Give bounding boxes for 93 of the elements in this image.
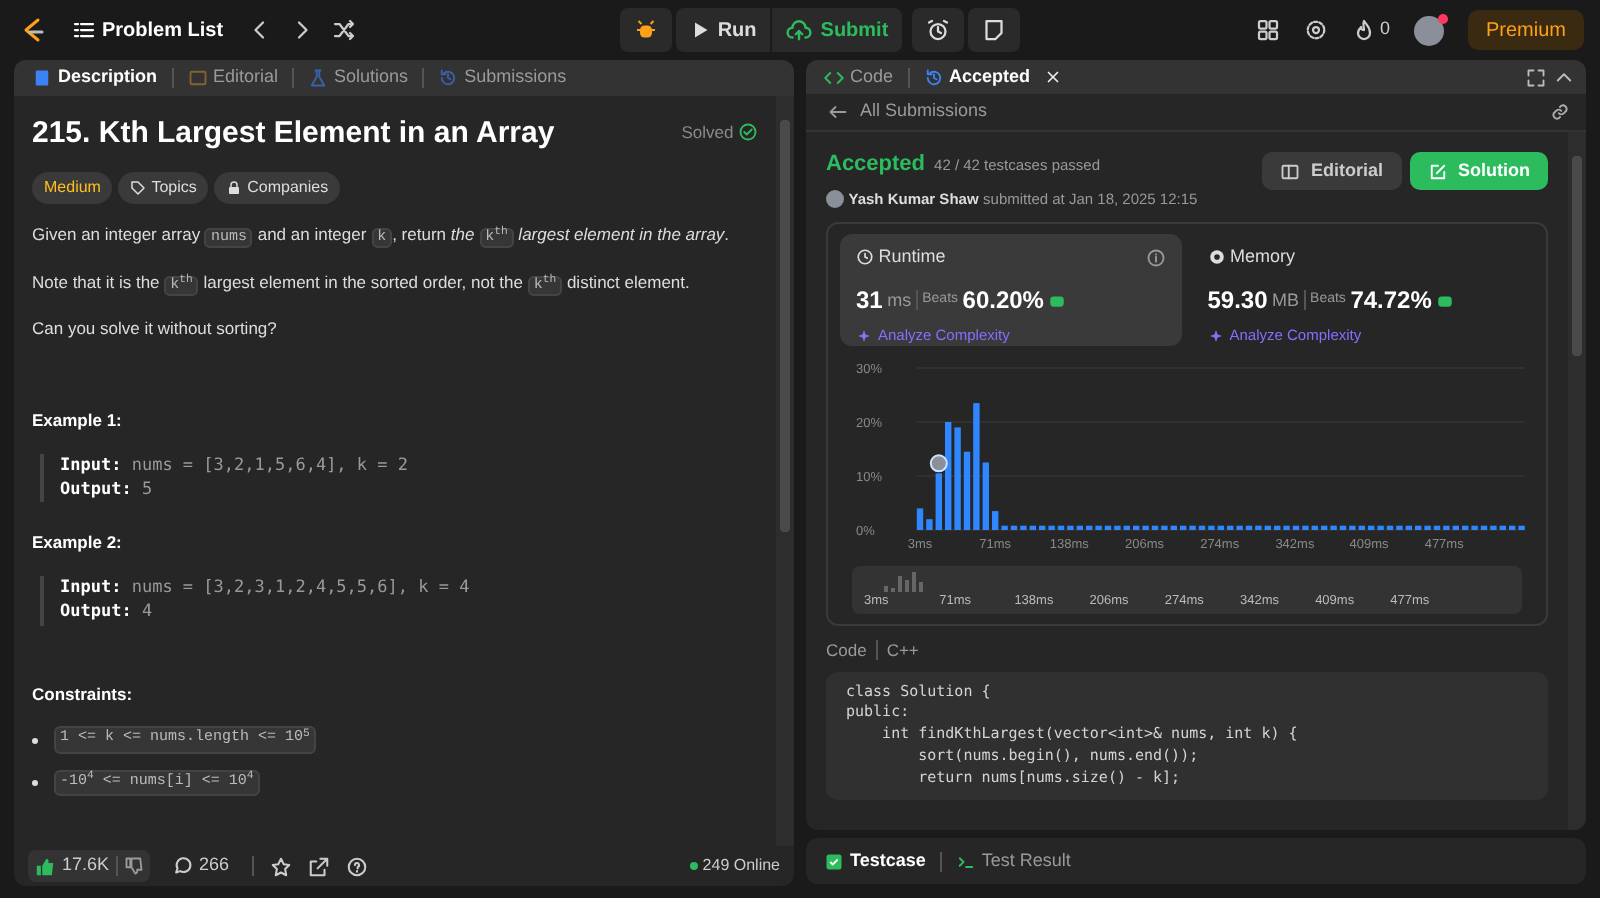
bullet-icon	[32, 737, 38, 744]
example-output-text: Output: 4	[60, 600, 155, 626]
note-icon	[981, 18, 1006, 42]
alarm-clock-icon	[925, 18, 950, 42]
close-icon[interactable]	[1044, 68, 1063, 86]
tab[interactable]: Submissions	[432, 64, 573, 92]
comments-button[interactable]: 266	[165, 852, 236, 880]
alarm-button[interactable]	[911, 8, 964, 52]
tag-button[interactable]: Topics	[117, 172, 209, 204]
thumbs-up-icon	[34, 855, 56, 877]
problem-list-button[interactable]: Problem List	[66, 15, 230, 45]
metric-value: 31	[856, 284, 883, 319]
tab[interactable]: Code	[818, 63, 900, 91]
layout-grid-icon[interactable]	[1255, 18, 1280, 42]
chevron-up-icon[interactable]	[1554, 67, 1574, 87]
flame-icon	[1351, 18, 1376, 42]
metric-unit: MB	[1272, 287, 1300, 313]
beats-percentage: 74.72%	[1350, 284, 1432, 319]
shuffle-icon[interactable]	[331, 18, 356, 42]
problem-title: 215. Kth Largest Element in an Array	[32, 116, 555, 152]
checkbox-icon	[824, 851, 844, 871]
link-icon[interactable]	[1550, 102, 1570, 122]
tab[interactable]: Test Result	[949, 847, 1077, 875]
book-icon	[187, 68, 208, 88]
share-icon[interactable]	[307, 855, 330, 877]
bullet-icon	[32, 779, 38, 786]
star-icon[interactable]	[269, 855, 292, 877]
tag-button[interactable]: Companies	[213, 172, 341, 204]
tab[interactable]: Accepted	[917, 63, 1037, 91]
beats-percentage: 60.20%	[962, 284, 1044, 319]
tab[interactable]: Solutions	[302, 64, 415, 92]
tag-icon	[129, 180, 146, 196]
sparkle-icon	[1207, 327, 1224, 344]
badge-icon	[1048, 291, 1067, 310]
user-avatar	[826, 189, 844, 208]
premium-button[interactable]: Premium	[1467, 10, 1584, 50]
book-open-icon	[1280, 161, 1301, 181]
metric-label: Runtime	[878, 243, 946, 270]
example-heading: Example 2:	[32, 530, 124, 557]
user-avatar-marker	[929, 453, 948, 472]
badge-icon	[1436, 291, 1455, 310]
scrollbar[interactable]	[776, 96, 794, 846]
problem-description-text: Can you solve it without sorting?	[32, 318, 279, 342]
document-icon	[32, 68, 52, 88]
flask-icon	[308, 68, 329, 88]
arrow-left-icon	[828, 102, 848, 122]
editorial-button[interactable]: Editorial	[1262, 152, 1401, 190]
mini-histogram-drawing	[884, 572, 924, 592]
terminal-icon	[955, 851, 976, 871]
difficulty-badge: Medium	[32, 172, 113, 204]
accepted-status: Accepted	[826, 150, 926, 180]
metric-label: Memory	[1230, 243, 1296, 270]
settings-icon[interactable]	[1303, 18, 1328, 42]
play-icon	[689, 20, 710, 40]
history-icon	[438, 68, 459, 88]
tab[interactable]: Testcase	[818, 847, 932, 875]
scrollbar[interactable]	[1568, 132, 1586, 830]
example-input-text: Input: nums = [3,2,3,1,2,4,5,5,6], k = 4	[60, 576, 472, 601]
cloud-upload-icon	[786, 17, 813, 43]
history-icon	[923, 67, 944, 87]
example-heading: Example 1:	[32, 407, 124, 434]
code-icon	[824, 67, 844, 87]
clock-icon	[856, 248, 874, 266]
solved-status: Solved	[681, 120, 758, 146]
lock-icon	[225, 180, 242, 196]
edit-icon	[1428, 161, 1448, 181]
tab[interactable]: Editorial	[181, 64, 285, 92]
list-icon	[72, 18, 96, 42]
run-button[interactable]: Run	[675, 8, 771, 52]
constraints-heading: Constraints:	[32, 681, 135, 707]
language-label: C++	[886, 637, 919, 663]
comment-icon	[171, 855, 194, 877]
streak-count: 0	[1379, 16, 1390, 43]
sparkle-icon	[856, 327, 872, 344]
example-input-text: Input: nums = [3,2,1,5,6,4], k = 2	[60, 453, 411, 478]
debug-button[interactable]	[619, 8, 672, 52]
tab[interactable]: Description	[26, 64, 164, 92]
notification-dot	[1437, 13, 1448, 23]
note-button[interactable]	[967, 8, 1020, 52]
thumbs-down-icon	[123, 856, 144, 876]
all-submissions-link[interactable]: All Submissions	[822, 98, 994, 126]
submit-button[interactable]: Submit	[772, 8, 903, 52]
example-output-text: Output: 5	[60, 477, 155, 503]
fullscreen-icon[interactable]	[1525, 67, 1545, 87]
metric-value: 59.30	[1207, 284, 1268, 319]
help-icon[interactable]	[345, 855, 368, 877]
metric-unit: ms	[887, 287, 912, 313]
info-icon[interactable]	[1146, 247, 1167, 267]
code-label: Code	[826, 637, 867, 663]
check-circle-icon	[738, 122, 758, 143]
avatar[interactable]	[1413, 15, 1444, 45]
bug-icon	[633, 18, 658, 42]
online-count: 249 Online	[690, 854, 780, 878]
